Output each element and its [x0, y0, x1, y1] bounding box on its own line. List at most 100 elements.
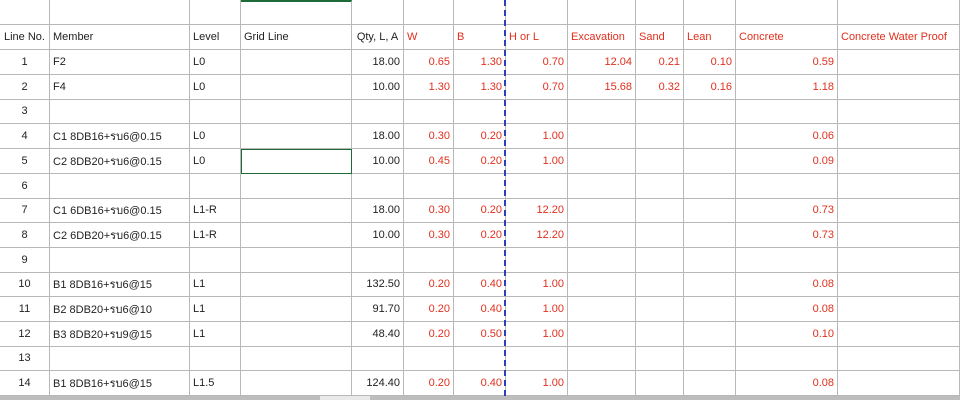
horizontal-scrollbar-thumb-2[interactable]: [370, 396, 960, 400]
cell-level[interactable]: L1-R: [190, 223, 241, 248]
column-header-lean[interactable]: Lean: [684, 25, 736, 50]
cell-sand[interactable]: [636, 272, 684, 297]
horizontal-scrollbar-thumb[interactable]: [0, 396, 320, 400]
cell-b[interactable]: [454, 99, 506, 124]
cell-conc[interactable]: 0.73: [736, 198, 838, 223]
cell-conc[interactable]: [736, 99, 838, 124]
cell-b[interactable]: 0.20: [454, 198, 506, 223]
cell-grid[interactable]: [241, 272, 352, 297]
cell-wp[interactable]: [838, 322, 960, 347]
cell-member[interactable]: B1 8DB16+รบ6@15: [50, 371, 190, 396]
cell-line[interactable]: 12: [0, 322, 50, 347]
cell-line[interactable]: 7: [0, 198, 50, 223]
cell-lean[interactable]: [684, 346, 736, 371]
cell-level[interactable]: [190, 174, 241, 199]
cell-line[interactable]: 8: [0, 223, 50, 248]
cell-h[interactable]: 1.00: [506, 322, 568, 347]
cell-qty[interactable]: [352, 99, 404, 124]
cell-member[interactable]: F2: [50, 50, 190, 75]
cell-qty[interactable]: [352, 248, 404, 273]
cell-exc[interactable]: [568, 223, 636, 248]
cell-wp[interactable]: [838, 371, 960, 396]
column-header-level[interactable]: Level: [190, 25, 241, 50]
cell-sand[interactable]: [636, 248, 684, 273]
cell-b[interactable]: 0.40: [454, 272, 506, 297]
cell-lean[interactable]: 0.16: [684, 75, 736, 100]
cell-member[interactable]: B3 8DB20+รบ9@15: [50, 322, 190, 347]
cell-b[interactable]: 0.50: [454, 322, 506, 347]
cell-wp[interactable]: [838, 99, 960, 124]
cell-level[interactable]: [190, 99, 241, 124]
cell-lean[interactable]: [684, 371, 736, 396]
cell-b[interactable]: 0.20: [454, 124, 506, 149]
cell-conc[interactable]: 0.59: [736, 50, 838, 75]
cell-exc[interactable]: [568, 371, 636, 396]
column-header-h[interactable]: H or L: [506, 25, 568, 50]
cell-conc[interactable]: 0.09: [736, 149, 838, 174]
cell-conc[interactable]: 0.08: [736, 297, 838, 322]
empty-cell[interactable]: [352, 0, 404, 25]
cell-exc[interactable]: [568, 149, 636, 174]
cell-member[interactable]: [50, 174, 190, 199]
cell-lean[interactable]: [684, 124, 736, 149]
column-header-qty[interactable]: Qty, L, A: [352, 25, 404, 50]
cell-qty[interactable]: 10.00: [352, 149, 404, 174]
cell-member[interactable]: B2 8DB20+รบ6@10: [50, 297, 190, 322]
cell-wp[interactable]: [838, 149, 960, 174]
column-header-concrete[interactable]: Concrete: [736, 25, 838, 50]
cell-conc[interactable]: 0.08: [736, 272, 838, 297]
cell-level[interactable]: L1: [190, 272, 241, 297]
empty-cell[interactable]: [506, 0, 568, 25]
cell-qty[interactable]: 18.00: [352, 124, 404, 149]
cell-level[interactable]: L1-R: [190, 198, 241, 223]
cell-member[interactable]: [50, 346, 190, 371]
cell-w[interactable]: 0.20: [404, 322, 454, 347]
cell-w[interactable]: 0.30: [404, 124, 454, 149]
cell-exc[interactable]: [568, 248, 636, 273]
cell-member[interactable]: [50, 248, 190, 273]
cell-grid[interactable]: [241, 174, 352, 199]
cell-sand[interactable]: [636, 124, 684, 149]
empty-cell[interactable]: [50, 0, 190, 25]
cell-line[interactable]: 2: [0, 75, 50, 100]
cell-member[interactable]: C1 8DB16+รบ6@0.15: [50, 124, 190, 149]
cell-conc[interactable]: 1.18: [736, 75, 838, 100]
cell-qty[interactable]: [352, 174, 404, 199]
cell-b[interactable]: [454, 174, 506, 199]
cell-qty[interactable]: 48.40: [352, 322, 404, 347]
cell-sand[interactable]: [636, 149, 684, 174]
cell-b[interactable]: 0.20: [454, 149, 506, 174]
cell-lean[interactable]: [684, 174, 736, 199]
cell-line[interactable]: 14: [0, 371, 50, 396]
column-header-waterproof[interactable]: Concrete Water Proof: [838, 25, 960, 50]
cell-line[interactable]: 5: [0, 149, 50, 174]
cell-w[interactable]: [404, 99, 454, 124]
empty-cell[interactable]: [190, 0, 241, 25]
cell-lean[interactable]: [684, 149, 736, 174]
cell-level[interactable]: [190, 346, 241, 371]
cell-h[interactable]: 1.00: [506, 149, 568, 174]
cell-lean[interactable]: [684, 322, 736, 347]
cell-wp[interactable]: [838, 174, 960, 199]
cell-exc[interactable]: [568, 198, 636, 223]
cell-grid[interactable]: [241, 124, 352, 149]
cell-member[interactable]: B1 8DB16+รบ6@15: [50, 272, 190, 297]
cell-member[interactable]: C2 6DB20+รบ6@0.15: [50, 223, 190, 248]
cell-line[interactable]: 10: [0, 272, 50, 297]
cell-grid[interactable]: [241, 50, 352, 75]
column-header-member[interactable]: Member: [50, 25, 190, 50]
cell-grid[interactable]: [241, 346, 352, 371]
cell-grid[interactable]: [241, 223, 352, 248]
empty-cell[interactable]: [241, 0, 352, 25]
cell-b[interactable]: 0.40: [454, 371, 506, 396]
cell-qty[interactable]: 132.50: [352, 272, 404, 297]
cell-line[interactable]: 3: [0, 99, 50, 124]
cell-wp[interactable]: [838, 223, 960, 248]
cell-lean[interactable]: [684, 223, 736, 248]
cell-w[interactable]: 0.45: [404, 149, 454, 174]
cell-sand[interactable]: [636, 99, 684, 124]
cell-wp[interactable]: [838, 346, 960, 371]
column-header-b[interactable]: B: [454, 25, 506, 50]
cell-wp[interactable]: [838, 198, 960, 223]
cell-exc[interactable]: [568, 272, 636, 297]
